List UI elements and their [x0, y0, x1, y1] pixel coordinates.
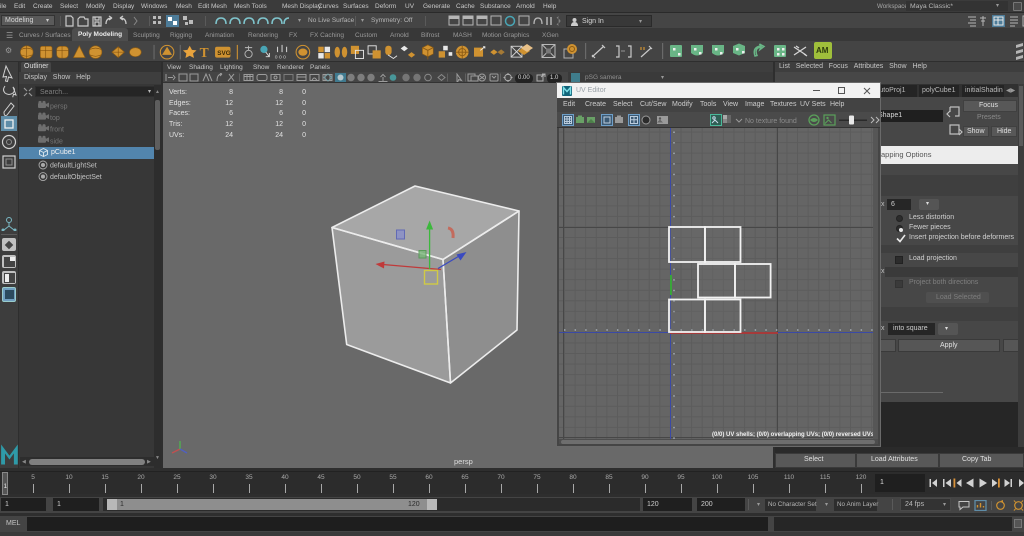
svg-text:SVG: SVG [217, 49, 230, 56]
svg-text:defaultObjectSet: defaultObjectSet [50, 174, 102, 181]
svg-text:0 0 0: 0 0 0 [275, 54, 286, 60]
svg-text:No texture found: No texture found [745, 118, 797, 125]
svg-text:T: T [200, 45, 209, 60]
svg-text:persp: persp [454, 457, 473, 466]
svg-text:side: side [50, 139, 63, 146]
svg-text:top: top [50, 115, 60, 122]
svg-text:front: front [50, 127, 64, 134]
svg-text:defaultLightSet: defaultLightSet [50, 162, 97, 169]
svg-text:persp: persp [50, 104, 68, 111]
